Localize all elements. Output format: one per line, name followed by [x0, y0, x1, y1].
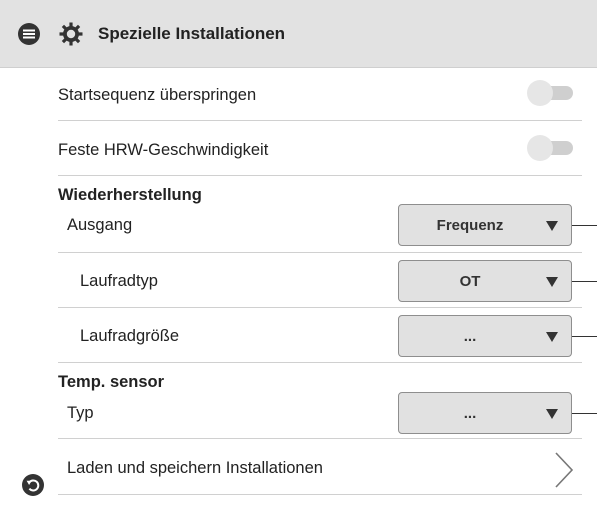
- output-dropdown[interactable]: Frequenz: [398, 204, 572, 246]
- page-header: Spezielle Installationen: [0, 0, 597, 68]
- output-label: Ausgang: [67, 216, 133, 234]
- divider: [58, 307, 582, 308]
- skip-start-sequence-label: Startsequenz überspringen: [58, 86, 257, 104]
- undo-icon[interactable]: [22, 474, 44, 496]
- connector-line: [572, 413, 597, 414]
- fixed-hrw-speed-toggle[interactable]: [527, 135, 575, 161]
- menu-icon[interactable]: [18, 23, 40, 45]
- divider: [58, 438, 582, 439]
- wheel-size-label: Laufradgröße: [80, 327, 180, 345]
- wheel-type-dropdown[interactable]: OT: [398, 260, 572, 302]
- dropdown-arrow-icon: [546, 221, 558, 231]
- dropdown-arrow-icon: [546, 332, 558, 342]
- divider: [58, 175, 582, 176]
- toggle-knob: [527, 80, 553, 106]
- wheel-type-dropdown-value: OT: [459, 272, 481, 290]
- gear-icon: [59, 22, 83, 46]
- fixed-hrw-speed-label: Feste HRW-Geschwindigkeit: [58, 141, 269, 159]
- connector-line: [572, 225, 597, 226]
- dropdown-arrow-icon: [546, 277, 558, 287]
- divider: [58, 494, 582, 495]
- output-dropdown-value: Frequenz: [436, 216, 504, 234]
- wheel-size-dropdown-value: ...: [463, 327, 477, 345]
- sensor-type-dropdown[interactable]: ...: [398, 392, 572, 434]
- wheel-size-dropdown[interactable]: ...: [398, 315, 572, 357]
- wheel-type-label: Laufradtyp: [80, 272, 158, 290]
- dropdown-arrow-icon: [546, 409, 558, 419]
- sensor-type-dropdown-value: ...: [463, 404, 477, 422]
- page-title: Spezielle Installationen: [98, 24, 286, 43]
- divider: [58, 362, 582, 363]
- skip-start-sequence-toggle[interactable]: [527, 80, 575, 106]
- toggle-knob: [527, 135, 553, 161]
- connector-line: [572, 281, 597, 282]
- recovery-section-title: Wiederherstellung: [58, 186, 202, 204]
- chevron-right-icon[interactable]: [552, 450, 576, 490]
- divider: [58, 252, 582, 253]
- load-save-installations-label[interactable]: Laden und speichern Installationen: [67, 459, 323, 478]
- connector-line: [572, 336, 597, 337]
- divider: [58, 120, 582, 121]
- sensor-type-label: Typ: [67, 404, 94, 422]
- temp-sensor-section-title: Temp. sensor: [58, 373, 165, 391]
